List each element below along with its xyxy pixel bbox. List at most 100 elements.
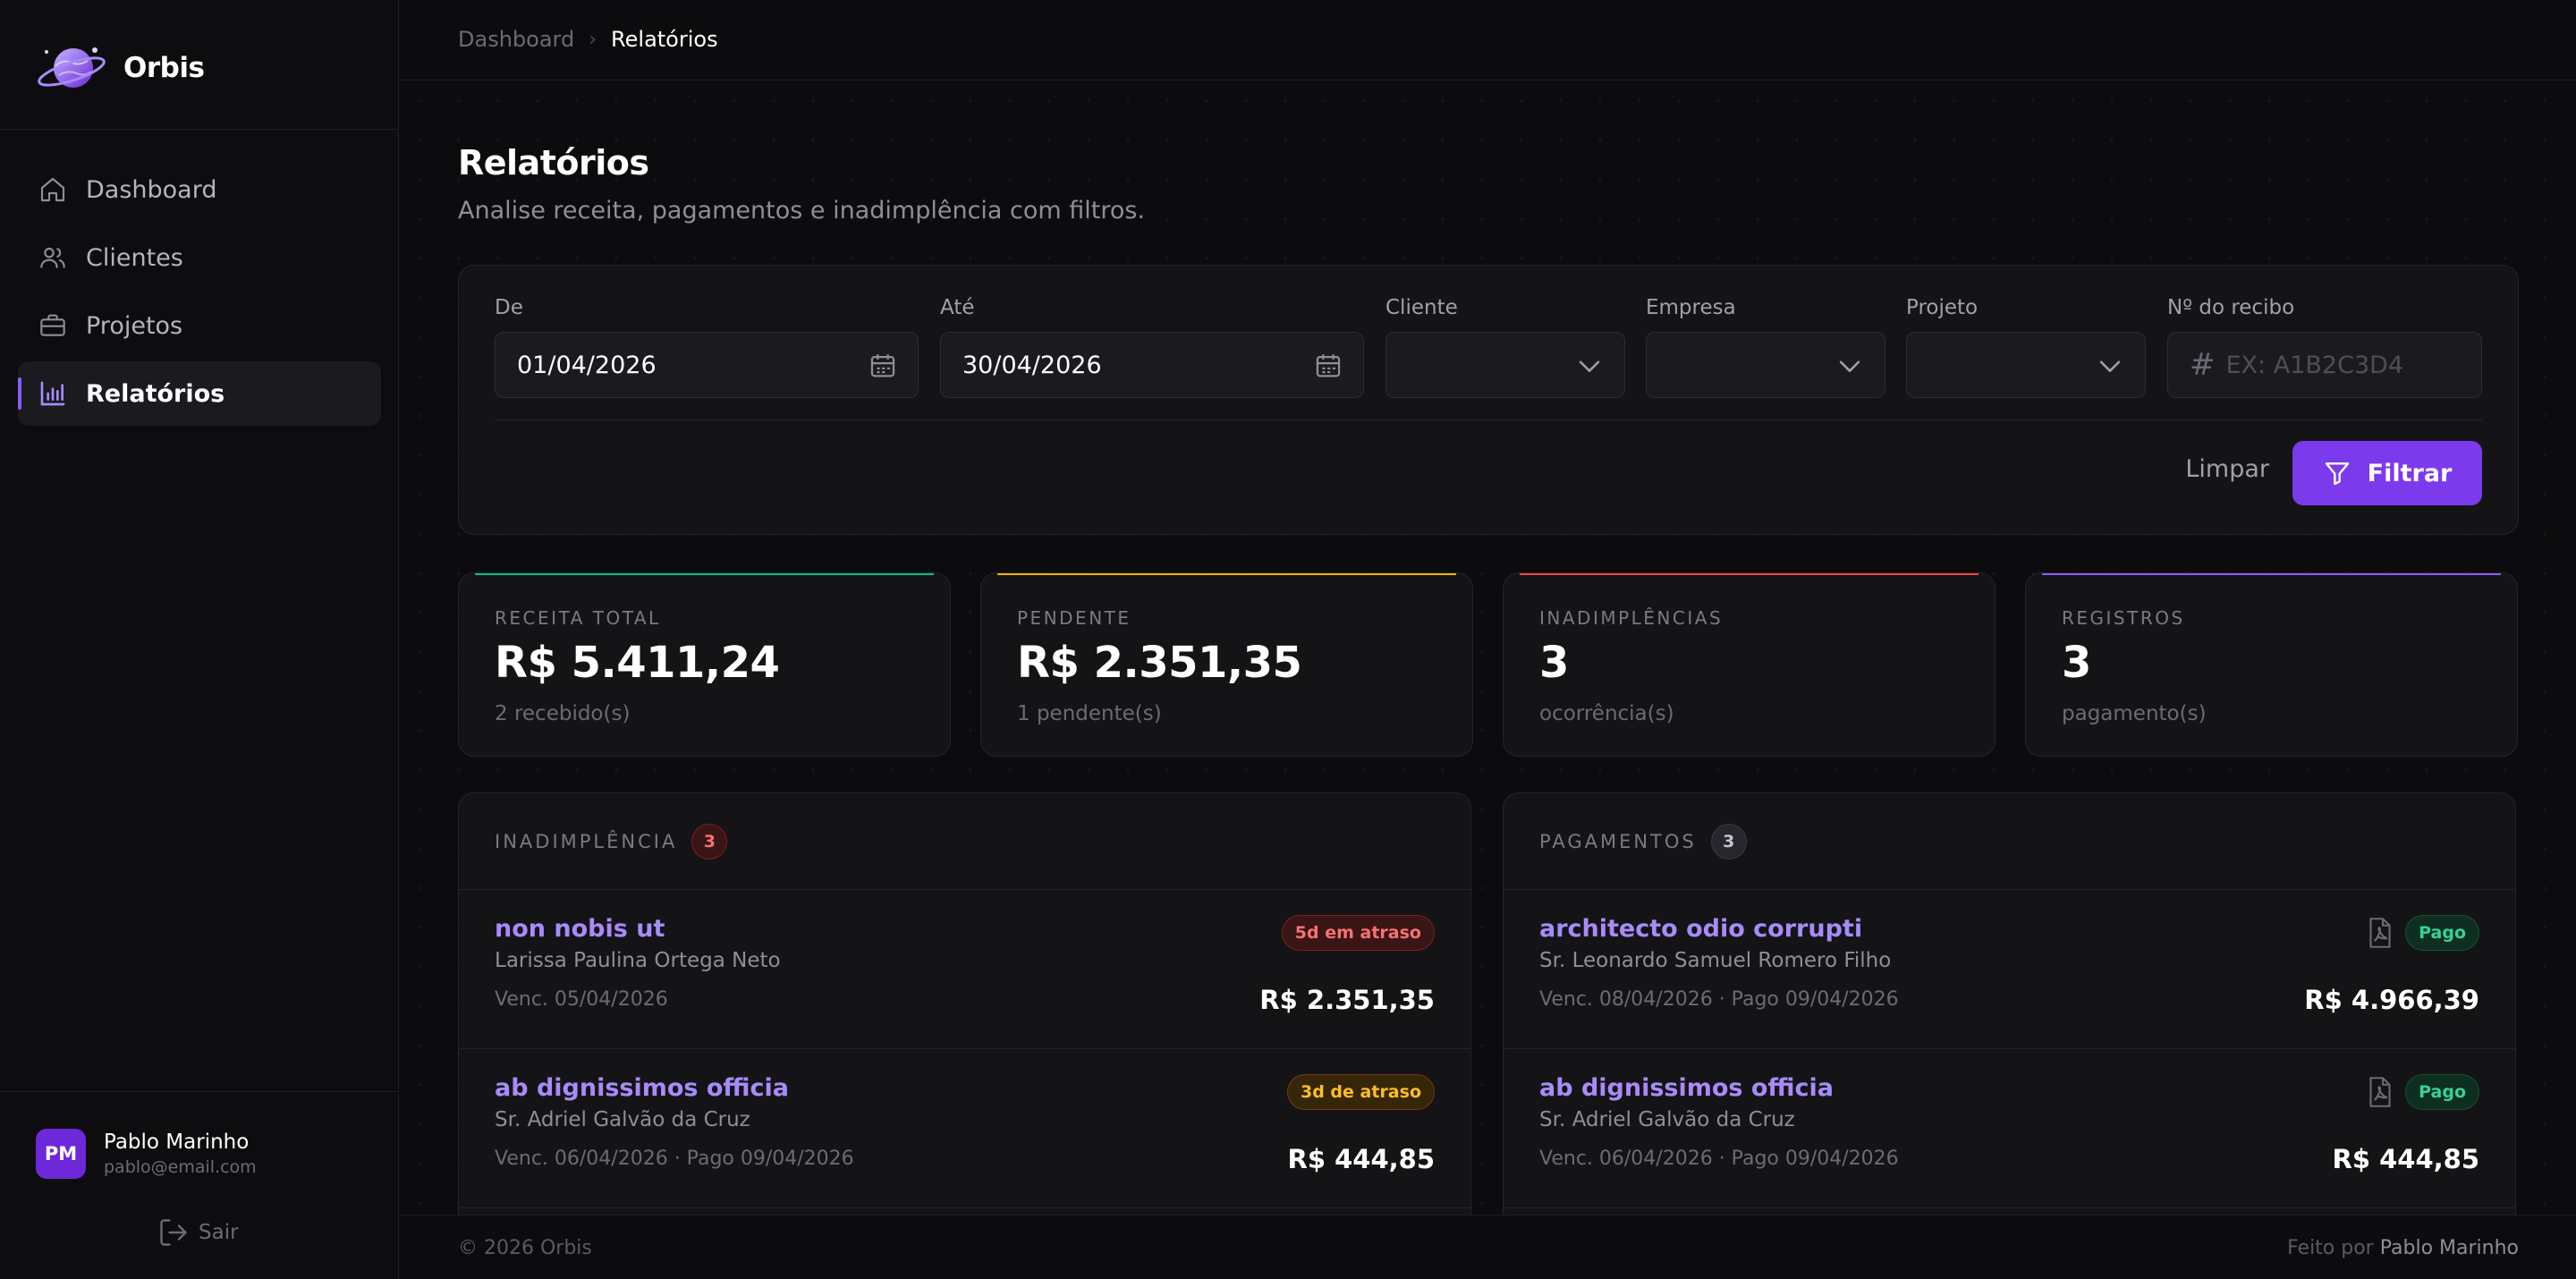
copyright: © 2026 Orbis [458,1237,592,1259]
sidebar-item-projetos[interactable]: Projetos [18,293,381,358]
status-badge: Pago [2405,915,2479,951]
filter-card: De 01/04/2026 Até 30/04/2026 Cliente Emp… [458,265,2519,535]
stat-subtext: ocorrência(s) [1539,702,1674,725]
sidebar-item-label: Dashboard [86,175,217,204]
clear-button[interactable]: Limpar [2185,455,2269,483]
brand[interactable]: Orbis [36,39,205,97]
logout-button[interactable]: Sair [157,1216,239,1249]
row-amount: R$ 2.351,35 [1259,985,1435,1015]
row-title[interactable]: ab dignissimos officia [495,1074,789,1102]
row-dates: Venc. 05/04/2026 [495,988,668,1011]
made-by: Feito por Pablo Marinho [2287,1237,2519,1259]
chevron-down-icon [1579,360,1600,372]
field-label: Empresa [1646,296,1736,319]
made-by-label: Feito por [2287,1237,2374,1259]
app-name: Orbis [123,52,205,84]
field-label: Cliente [1385,296,1458,319]
stat-value: R$ 2.351,35 [1017,638,1302,688]
sidebar-item-label: Relatórios [86,379,225,408]
status-badge: Pago [2405,1074,2479,1110]
client-field: Cliente [1385,296,1625,398]
footer: © 2026 Orbis Feito por Pablo Marinho [400,1215,2576,1279]
stat-value: 3 [1539,638,1569,688]
row-dates: Venc. 06/04/2026 · Pago 09/04/2026 [1539,1148,1899,1170]
breadcrumb-dashboard[interactable]: Dashboard [458,27,574,52]
users-icon [38,242,68,273]
company-select[interactable] [1646,332,1885,398]
stat-subtext: pagamento(s) [2062,702,2207,725]
user-name: Pablo Marinho [104,1131,250,1154]
page-title: Relatórios [458,143,649,182]
calendar-icon[interactable] [868,351,898,381]
logout-icon [160,1219,187,1246]
row-client: Sr. Adriel Galvão da Cruz [495,1108,750,1131]
field-label: De [495,296,523,319]
from-date-input[interactable]: 01/04/2026 [495,332,919,398]
sidebar-item-relatorios[interactable]: Relatórios [18,361,381,426]
sidebar-divider [0,129,398,130]
stat-label: PENDENTE [1017,607,1131,629]
stat-accent [2042,573,2501,575]
calendar-icon[interactable] [1313,351,1343,381]
row-amount: R$ 4.966,39 [2304,985,2479,1015]
orbis-logo-icon [38,47,106,88]
field-label: Nº do recibo [2167,296,2295,319]
count-badge: 3 [691,823,728,860]
filter-divider [495,419,2482,420]
panel-title: INADIMPLÊNCIA [495,830,678,852]
stat-card-records: REGISTROS 3 pagamento(s) [2025,572,2518,757]
page-subtitle: Analise receita, pagamentos e inadimplên… [458,197,1146,224]
row-client: Larissa Paulina Ortega Neto [495,949,781,972]
row-title[interactable]: ab dignissimos officia [1539,1074,1834,1102]
to-date-field: Até 30/04/2026 [940,296,1364,398]
list-item[interactable]: ab dignissimos officia Sr. Adriel Galvão… [1504,1049,2515,1208]
stat-label: RECEITA TOTAL [495,607,661,629]
row-amount: R$ 444,85 [2332,1144,2479,1174]
briefcase-icon [38,310,68,341]
stat-accent [475,573,934,575]
topbar: Dashboard › Relatórios [400,0,2576,80]
hash-icon: # [2190,347,2216,383]
bar-chart-icon [38,378,68,409]
list-item[interactable]: non nobis ut Larissa Paulina Ortega Neto… [459,890,1470,1049]
user-profile[interactable]: PM Pablo Marinho pablo@email.com [36,1129,257,1179]
filter-button-label: Filtrar [2367,459,2453,487]
row-title[interactable]: non nobis ut [495,915,665,943]
company-field: Empresa [1646,296,1885,398]
sidebar-item-label: Clientes [86,243,183,272]
to-date-input[interactable]: 30/04/2026 [940,332,1364,398]
row-client: Sr. Adriel Galvão da Cruz [1539,1108,1795,1131]
chevron-down-icon [1839,360,1860,372]
list-item[interactable]: architecto odio corrupti Sr. Leonardo Sa… [1504,890,2515,1049]
field-label: Até [940,296,975,319]
sidebar-item-dashboard[interactable]: Dashboard [18,157,381,222]
from-date-value: 01/04/2026 [517,351,657,379]
funnel-icon [2325,462,2349,486]
delinquency-panel: INADIMPLÊNCIA 3 non nobis ut Larissa Pau… [458,792,1471,1222]
list-item[interactable]: ab dignissimos officia Sr. Adriel Galvão… [459,1049,1470,1208]
pdf-file-icon[interactable] [2367,1076,2394,1108]
author-link[interactable]: Pablo Marinho [2380,1237,2519,1259]
status-badge: 3d de atraso [1287,1074,1435,1110]
row-amount: R$ 444,85 [1287,1144,1435,1174]
stat-card-delinquencies: INADIMPLÊNCIAS 3 ocorrência(s) [1503,572,1996,757]
sidebar-divider [0,1091,398,1092]
stat-accent [997,573,1456,575]
stat-subtext: 2 recebido(s) [495,702,631,725]
chevron-down-icon [2099,360,2121,372]
status-badge: 5d em atraso [1281,915,1435,951]
receipt-placeholder: EX: A1B2C3D4 [2225,351,2404,379]
user-email: pablo@email.com [104,1157,257,1177]
sidebar-item-clientes[interactable]: Clientes [18,225,381,290]
project-select[interactable] [1906,332,2146,398]
stat-value: 3 [2062,638,2091,688]
breadcrumb-current: Relatórios [611,27,718,52]
stat-subtext: 1 pendente(s) [1017,702,1162,725]
panel-header: PAGAMENTOS 3 [1504,793,2515,890]
pdf-file-icon[interactable] [2367,917,2394,949]
receipt-input[interactable]: # EX: A1B2C3D4 [2167,332,2482,398]
row-title[interactable]: architecto odio corrupti [1539,915,1862,943]
filter-button[interactable]: Filtrar [2292,441,2482,505]
client-select[interactable] [1385,332,1625,398]
home-icon [38,174,68,205]
